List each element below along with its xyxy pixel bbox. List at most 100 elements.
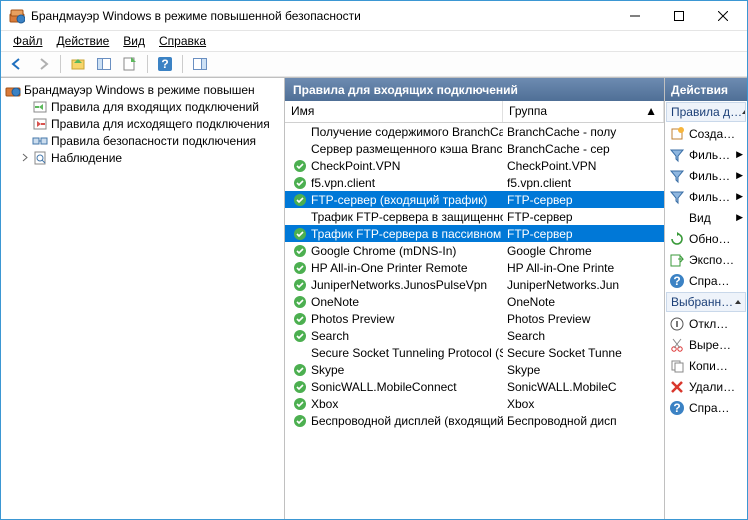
action-label: Филь… bbox=[689, 190, 730, 204]
table-row[interactable]: Secure Socket Tunneling Protocol (SSTP-…… bbox=[285, 344, 664, 361]
table-row[interactable]: CheckPoint.VPNCheckPoint.VPN bbox=[285, 157, 664, 174]
tree-item[interactable]: Наблюдение bbox=[1, 149, 284, 166]
rule-group: Xbox bbox=[503, 397, 664, 411]
action-disable[interactable]: Откл… bbox=[665, 313, 747, 334]
rule-name: Трафик FTP-сервера в пассивном реж… bbox=[311, 227, 503, 241]
check-icon bbox=[293, 278, 307, 292]
check-icon bbox=[293, 380, 307, 394]
table-row[interactable]: SearchSearch bbox=[285, 327, 664, 344]
menu-file[interactable]: Файл bbox=[7, 33, 49, 49]
table-row[interactable]: Сервер размещенного кэша BranchCa…Branch… bbox=[285, 140, 664, 157]
tree-root-label: Брандмауэр Windows в режиме повышен bbox=[24, 83, 255, 97]
table-row[interactable]: SonicWALL.MobileConnectSonicWALL.MobileC bbox=[285, 378, 664, 395]
action-export[interactable]: Экспо… bbox=[665, 249, 747, 270]
minimize-button[interactable] bbox=[613, 2, 657, 30]
rule-name: Skype bbox=[311, 363, 344, 377]
blank-icon bbox=[293, 125, 307, 139]
show-hide-action-button[interactable] bbox=[189, 53, 211, 75]
up-button[interactable] bbox=[67, 53, 89, 75]
chevron-up-icon bbox=[742, 110, 746, 114]
action-help[interactable]: ?Спра… bbox=[665, 397, 747, 418]
column-headers: Имя Группа ▲ bbox=[285, 101, 664, 123]
app-icon bbox=[9, 8, 25, 24]
check-icon bbox=[293, 176, 307, 190]
svg-text:?: ? bbox=[161, 57, 168, 71]
rule-name: f5.vpn.client bbox=[311, 176, 375, 190]
menu-view[interactable]: Вид bbox=[117, 33, 151, 49]
action-help[interactable]: ?Спра… bbox=[665, 270, 747, 291]
filter-icon bbox=[669, 189, 685, 205]
tree-item-label: Правила для исходящего подключения bbox=[51, 117, 270, 131]
table-row[interactable]: SkypeSkype bbox=[285, 361, 664, 378]
rule-name: Google Chrome (mDNS-In) bbox=[311, 244, 456, 258]
main-area: Брандмауэр Windows в режиме повышен Прав… bbox=[1, 77, 747, 519]
check-icon bbox=[293, 312, 307, 326]
table-row[interactable]: OneNoteOneNote bbox=[285, 293, 664, 310]
rule-list[interactable]: Получение содержимого BranchCache …Branc… bbox=[285, 123, 664, 519]
rule-name: Беспроводной дисплей (входящий тра… bbox=[311, 414, 503, 428]
rule-name: FTP-сервер (входящий трафик) bbox=[311, 193, 487, 207]
table-row[interactable]: Беспроводной дисплей (входящий тра…Беспр… bbox=[285, 412, 664, 429]
action-refresh[interactable]: Обно… bbox=[665, 228, 747, 249]
separator bbox=[60, 55, 61, 73]
menu-help[interactable]: Справка bbox=[153, 33, 212, 49]
rule-name: JuniperNetworks.JunosPulseVpn bbox=[311, 278, 487, 292]
rule-name: Получение содержимого BranchCache … bbox=[311, 125, 503, 139]
table-row[interactable]: Трафик FTP-сервера в защищенном р…FTP-се… bbox=[285, 208, 664, 225]
rule-group: Photos Preview bbox=[503, 312, 664, 326]
tree-root[interactable]: Брандмауэр Windows в режиме повышен bbox=[1, 81, 284, 98]
disable-icon bbox=[669, 316, 685, 332]
table-row[interactable]: f5.vpn.clientf5.vpn.client bbox=[285, 174, 664, 191]
action-filter[interactable]: Филь…▶ bbox=[665, 144, 747, 165]
rule-name: SonicWALL.MobileConnect bbox=[311, 380, 457, 394]
rule-group: Secure Socket Tunne bbox=[503, 346, 664, 360]
rule-group: CheckPoint.VPN bbox=[503, 159, 664, 173]
back-button[interactable] bbox=[6, 53, 28, 75]
properties-button[interactable] bbox=[119, 53, 141, 75]
help-icon: ? bbox=[669, 273, 685, 289]
action-new[interactable]: Созда… bbox=[665, 123, 747, 144]
check-icon bbox=[293, 159, 307, 173]
forward-button[interactable] bbox=[32, 53, 54, 75]
rule-name: Search bbox=[311, 329, 349, 343]
action-view[interactable]: Вид▶ bbox=[665, 207, 747, 228]
action-cut[interactable]: Выре… bbox=[665, 334, 747, 355]
menu-action[interactable]: Действие bbox=[51, 33, 116, 49]
rule-group: JuniperNetworks.Jun bbox=[503, 278, 664, 292]
tree-item-label: Правила для входящих подключений bbox=[51, 100, 259, 114]
help-button[interactable]: ? bbox=[154, 53, 176, 75]
window-title: Брандмауэр Windows в режиме повышенной б… bbox=[31, 9, 613, 23]
close-button[interactable] bbox=[701, 2, 745, 30]
check-icon bbox=[293, 244, 307, 258]
tree-item[interactable]: Правила для входящих подключений bbox=[1, 98, 284, 115]
action-filter[interactable]: Филь…▶ bbox=[665, 165, 747, 186]
center-title: Правила для входящих подключений bbox=[285, 78, 664, 101]
tree-item[interactable]: Правила для исходящего подключения bbox=[1, 115, 284, 132]
table-row[interactable]: XboxXbox bbox=[285, 395, 664, 412]
col-name[interactable]: Имя bbox=[285, 101, 503, 122]
table-row[interactable]: Трафик FTP-сервера в пассивном реж…FTP-с… bbox=[285, 225, 664, 242]
toolbar: ? bbox=[1, 51, 747, 77]
action-label: Удали… bbox=[689, 380, 735, 394]
actions-group-rules[interactable]: Правила д… bbox=[666, 102, 746, 122]
table-row[interactable]: Google Chrome (mDNS-In)Google Chrome bbox=[285, 242, 664, 259]
check-icon bbox=[293, 295, 307, 309]
col-group[interactable]: Группа ▲ bbox=[503, 101, 664, 122]
show-hide-tree-button[interactable] bbox=[93, 53, 115, 75]
action-label: Выре… bbox=[689, 338, 731, 352]
action-copy[interactable]: Копи… bbox=[665, 355, 747, 376]
table-row[interactable]: Photos PreviewPhotos Preview bbox=[285, 310, 664, 327]
actions-group-selected[interactable]: Выбранн… bbox=[666, 292, 746, 312]
maximize-button[interactable] bbox=[657, 2, 701, 30]
table-row[interactable]: JuniperNetworks.JunosPulseVpn JuniperNetw… bbox=[285, 276, 664, 293]
action-filter[interactable]: Филь…▶ bbox=[665, 186, 747, 207]
table-row[interactable]: Получение содержимого BranchCache …Branc… bbox=[285, 123, 664, 140]
tree-item[interactable]: Правила безопасности подключения bbox=[1, 132, 284, 149]
check-icon bbox=[293, 397, 307, 411]
blank-icon bbox=[293, 142, 307, 156]
action-label: Вид bbox=[689, 211, 711, 225]
action-delete[interactable]: Удали… bbox=[665, 376, 747, 397]
table-row[interactable]: HP All-in-One Printer RemoteHP All-in-On… bbox=[285, 259, 664, 276]
tree-item-icon bbox=[32, 150, 48, 166]
table-row[interactable]: FTP-сервер (входящий трафик)FTP-сервер bbox=[285, 191, 664, 208]
